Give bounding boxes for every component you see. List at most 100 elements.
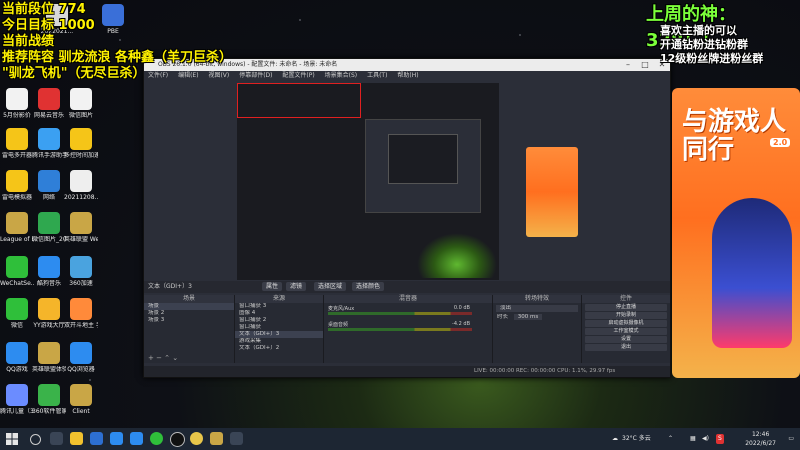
desktop-icon[interactable]: 英雄联盟 WeGame版 (64, 212, 98, 243)
file-explorer-icon[interactable] (70, 432, 83, 445)
desktop-icon[interactable]: 雷电模拟器 (0, 170, 34, 201)
obs-taskbar-icon[interactable] (170, 432, 185, 447)
mixer-channel[interactable]: 麦克风/Aux 0.0 dB (328, 305, 488, 319)
menu-edit[interactable]: 编辑(E) (178, 72, 198, 79)
desktop-icon[interactable]: 网络 (32, 170, 66, 201)
obs-menubar: 文件(F) 编辑(E) 视图(V) 停靠部件(D) 配置文件(P) 场景集合(S… (144, 71, 670, 81)
menu-view[interactable]: 视图(V) (208, 72, 229, 79)
desktop-icon[interactable]: 360加速 (64, 256, 98, 287)
select-color-button[interactable]: 选择颜色 (352, 282, 385, 291)
source-item[interactable]: 窗口捕获 3 (235, 303, 323, 310)
start-recording-button[interactable]: 开始录制 (585, 312, 667, 319)
desktop-icon[interactable]: 腾讯儿童（3） (0, 384, 34, 415)
desktop-app-icon (6, 212, 28, 234)
desktop-icon[interactable]: 微信图片_2022021... (32, 212, 66, 243)
desktop-icon-label: WeChatSe... (0, 280, 34, 287)
source-item[interactable]: 文本（GDI+）2 (235, 345, 323, 352)
weather-icon[interactable]: ☁ (612, 428, 618, 450)
desktop-app-icon (70, 256, 92, 278)
studio-mode-button[interactable]: 工作室模式 (585, 328, 667, 335)
wechat-taskbar-icon[interactable] (150, 432, 163, 445)
select-region-button[interactable]: 选择区域 (314, 282, 347, 291)
transition-select[interactable]: 淡出 (496, 305, 578, 312)
edge-icon[interactable] (90, 432, 103, 445)
menu-profile[interactable]: 配置文件(P) (282, 72, 314, 79)
desktop-icon[interactable]: 酷狗音乐 (32, 256, 66, 287)
scenes-title: 场景 (144, 295, 234, 303)
menu-help[interactable]: 帮助(H) (397, 72, 418, 79)
source-item[interactable]: 文本（GDI+）3 (235, 331, 323, 338)
desktop-icon[interactable]: 微信 (0, 298, 34, 329)
desktop-app-icon (102, 4, 124, 26)
desktop-icon[interactable]: 20211208... (64, 170, 98, 201)
desktop-icon[interactable]: PBE (96, 4, 130, 35)
properties-button[interactable]: 属性 (262, 282, 283, 291)
desktop-icon[interactable]: 5月份影价 (0, 88, 34, 119)
scene-item[interactable]: 场景 2 (144, 310, 234, 317)
settings-button[interactable]: 设置 (585, 336, 667, 343)
app-taskbar-icon[interactable] (230, 432, 243, 445)
desktop-icon[interactable]: YY游戏大厅 (32, 298, 66, 329)
scene-add-icon[interactable]: + − ⌃ ⌄ (148, 354, 178, 362)
search-icon[interactable] (30, 434, 41, 445)
obs-window[interactable]: OBS 26.1.0 (64-bit, windows) - 配置文件: 未命名… (143, 58, 671, 378)
volume-meter[interactable] (328, 312, 472, 315)
desktop-icon[interactable]: Client (64, 384, 98, 415)
maximize-icon[interactable]: □ (637, 59, 653, 71)
desktop-icon[interactable]: 双开斗地主 手游联运 (64, 298, 98, 329)
source-item[interactable]: 图像 4 (235, 310, 323, 317)
overlay-lineup: 推荐阵容 驯龙流浪 各种鑫（羊刀巨杀） (2, 50, 233, 65)
duration-input[interactable]: 300 ms (513, 314, 543, 320)
menu-scene-collection[interactable]: 场景集合(S) (325, 72, 358, 79)
desktop-icon[interactable]: 英雄联盟体验服 (32, 342, 66, 373)
scene-item[interactable]: 场景 3 (144, 317, 234, 324)
desktop-icon[interactable]: League of Legends (0, 212, 34, 243)
scene-item[interactable]: 场景 (144, 303, 234, 310)
desktop-icon[interactable]: 腾讯手游助手 (32, 128, 66, 159)
minimize-icon[interactable]: – (620, 59, 636, 71)
volume-meter[interactable] (328, 328, 472, 331)
desktop-icon-label: 雷电模拟器 (1, 194, 32, 201)
desktop-icon[interactable]: 网易云音乐 (32, 88, 66, 119)
chrome-icon[interactable] (190, 432, 203, 445)
menu-docks[interactable]: 停靠部件(D) (239, 72, 272, 79)
volume-icon[interactable]: ◀) (702, 428, 709, 450)
network-icon[interactable]: ▦ (690, 428, 696, 450)
desktop-icon[interactable]: 360软件管家 (32, 384, 66, 415)
desktop-icon[interactable]: WeChatSe... (0, 256, 34, 287)
desktop-app-icon (38, 88, 60, 110)
weather-text[interactable]: 32°C 多云 (622, 428, 651, 450)
desktop-icon[interactable]: 雷电多开器 (0, 128, 34, 159)
notification-icon[interactable]: ▭ (788, 428, 794, 450)
tray-chevron-icon[interactable]: ⌃ (668, 428, 673, 450)
task-view-icon[interactable] (50, 432, 63, 445)
menu-tools[interactable]: 工具(T) (367, 72, 387, 79)
selection-box (237, 83, 361, 118)
desktop-app-icon (38, 256, 60, 278)
transitions-dock: 转场特效 淡出 时长 300 ms (493, 295, 582, 363)
source-item[interactable]: 窗口捕获 (235, 324, 323, 331)
source-item[interactable]: 窗口捕获 2 (235, 317, 323, 324)
exit-button[interactable]: 退出 (585, 344, 667, 351)
source-item[interactable]: 游戏采集 (235, 338, 323, 345)
input-method-icon[interactable]: S (716, 434, 724, 444)
clock[interactable]: 12:46 2022/6/27 (745, 430, 776, 448)
desktop-icon[interactable]: QQ游戏 (0, 342, 34, 373)
mixer-channel[interactable]: 桌面音频 -4.2 dB (328, 321, 488, 335)
mail-icon[interactable] (130, 432, 143, 445)
stop-streaming-button[interactable]: 停止直播 (585, 304, 667, 311)
overlay-note: 喜欢主播的可以 (660, 24, 737, 37)
virtual-camera-button[interactable]: 启动虚拟摄像机 (585, 320, 667, 327)
desktop-icon[interactable]: 微信图片 (64, 88, 98, 119)
desktop-icon[interactable]: QQ浏览器 (64, 342, 98, 373)
desktop-icon-label: QQ游戏 (6, 366, 28, 373)
desktop-app-icon (38, 298, 60, 320)
filters-button[interactable]: 滤镜 (286, 282, 307, 291)
lol-taskbar-icon[interactable] (210, 432, 223, 445)
store-icon[interactable] (110, 432, 123, 445)
obs-preview[interactable] (237, 83, 499, 280)
menu-file[interactable]: 文件(F) (148, 72, 168, 79)
windows-start-icon[interactable] (6, 433, 18, 445)
desktop-icon[interactable]: 多控时间加速 (64, 128, 98, 159)
desktop-app-icon (70, 128, 92, 150)
